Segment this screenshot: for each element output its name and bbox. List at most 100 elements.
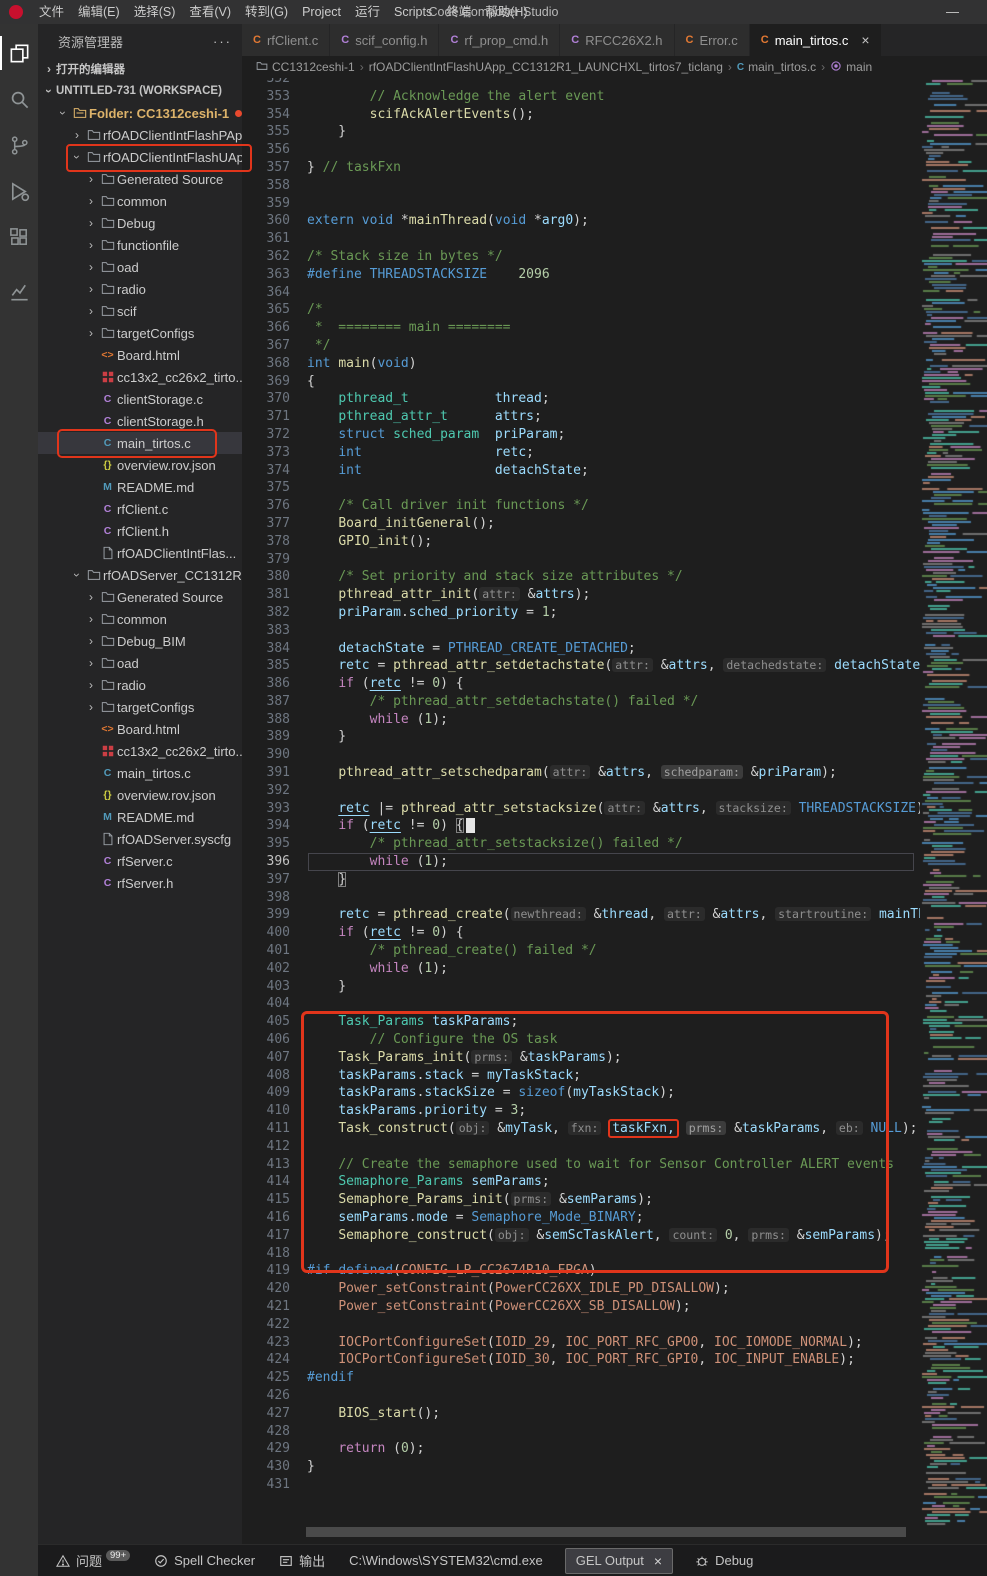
code-line-368[interactable]: 368 int main(void) xyxy=(242,355,920,373)
code-line-431[interactable]: 431 xyxy=(242,1476,920,1494)
code-line-410[interactable]: 410 taskParams.priority = 3; xyxy=(242,1102,920,1120)
breadcrumb-item-0[interactable]: CC1312ceshi-1 xyxy=(256,60,355,74)
code-line-381[interactable]: 381 pthread_attr_init(attr: &attrs); xyxy=(242,586,920,604)
tree-item-[interactable]: › 打开的编辑器 xyxy=(38,58,242,80)
code-line-377[interactable]: 377 Board_initGeneral(); xyxy=(242,515,920,533)
tree-item-radio[interactable]: › radio xyxy=(38,278,242,300)
tree-item-overview.rov.json[interactable]: {} overview.rov.json xyxy=(38,454,242,476)
tree-item-cc13x2_cc26x2_tirto...[interactable]: cc13x2_cc26x2_tirto... xyxy=(38,740,242,762)
tree-item-main_tirtos.c[interactable]: Cmain_tirtos.c xyxy=(38,432,242,454)
tab-error.c[interactable]: C Error.c xyxy=(674,24,750,56)
code-line-369[interactable]: 369 { xyxy=(242,373,920,391)
code-line-407[interactable]: 407 Task_Params_init(prms: &taskParams); xyxy=(242,1049,920,1067)
code-line-362[interactable]: 362 /* Stack size in bytes */ xyxy=(242,248,920,266)
code-line-379[interactable]: 379 xyxy=(242,551,920,569)
code-line-372[interactable]: 372 struct sched_param priParam; xyxy=(242,426,920,444)
code-line-384[interactable]: 384 detachState = PTHREAD_CREATE_DETACHE… xyxy=(242,640,920,658)
code-line-418[interactable]: 418 xyxy=(242,1245,920,1263)
tree-item-rfserver.h[interactable]: CrfServer.h xyxy=(38,872,242,894)
status-gel-output[interactable]: GEL Output × xyxy=(564,1547,674,1574)
status-spell-checker[interactable]: Spell Checker xyxy=(142,1545,267,1576)
code-line-363[interactable]: 363 #define THREADSTACKSIZE 2096 xyxy=(242,266,920,284)
code-line-400[interactable]: 400 if (retc != 0) { xyxy=(242,924,920,942)
code-line-389[interactable]: 389 } xyxy=(242,728,920,746)
minimap[interactable] xyxy=(920,78,987,1528)
code-line-383[interactable]: 383 xyxy=(242,622,920,640)
tree-item-targetconfigs[interactable]: › targetConfigs xyxy=(38,322,242,344)
code-line-382[interactable]: 382 priParam.sched_priority = 1; xyxy=(242,604,920,622)
tree-item-generatedsource[interactable]: › Generated Source xyxy=(38,168,242,190)
code-line-406[interactable]: 406 // Configure the OS task xyxy=(242,1031,920,1049)
tree-item-main_tirtos.c[interactable]: Cmain_tirtos.c xyxy=(38,762,242,784)
code-line-397[interactable]: 397 } xyxy=(242,871,920,889)
code-line-413[interactable]: 413 // Create the semaphore used to wait… xyxy=(242,1156,920,1174)
tree-item-rfoadclientintflashpapp[interactable]: › rfOADClientIntFlashPApp xyxy=(38,124,242,146)
tree-item-clientstorage.h[interactable]: CclientStorage.h xyxy=(38,410,242,432)
code-line-354[interactable]: 354 scifAckAlertEvents(); xyxy=(242,106,920,124)
tree-item-rfclient.h[interactable]: CrfClient.h xyxy=(38,520,242,542)
code-line-361[interactable]: 361 xyxy=(242,230,920,248)
code-line-401[interactable]: 401 /* pthread_create() failed */ xyxy=(242,942,920,960)
tab-rf_prop_cmd.h[interactable]: Crf_prop_cmd.h xyxy=(439,24,561,56)
code-line-366[interactable]: 366 * ======== main ======== xyxy=(242,319,920,337)
tree-item-scif[interactable]: › scif xyxy=(38,300,242,322)
tree-item-clientstorage.c[interactable]: CclientStorage.c xyxy=(38,388,242,410)
code-line-425[interactable]: 425 #endif xyxy=(242,1369,920,1387)
code-line-386[interactable]: 386 if (retc != 0) { xyxy=(242,675,920,693)
code-line-388[interactable]: 388 while (1); xyxy=(242,711,920,729)
code-line-415[interactable]: 415 Semaphore_Params_init(prms: &semPara… xyxy=(242,1191,920,1209)
tree-item-targetconfigs[interactable]: › targetConfigs xyxy=(38,696,242,718)
code-line-395[interactable]: 395 /* pthread_attr_setstacksize() faile… xyxy=(242,835,920,853)
code-line-417[interactable]: 417 Semaphore_construct(obj: &semScTaskA… xyxy=(242,1227,920,1245)
tree-item-generatedsource[interactable]: › Generated Source xyxy=(38,586,242,608)
menu-item-1[interactable]: 编辑(E) xyxy=(71,0,127,24)
tree-item-rfoadserver.syscfg[interactable]: rfOADServer.syscfg xyxy=(38,828,242,850)
code-editor[interactable]: 352 353 // Acknowledge the alert event 354… xyxy=(242,78,920,1544)
code-line-426[interactable]: 426 xyxy=(242,1387,920,1405)
code-line-405[interactable]: 405 Task_Params taskParams; xyxy=(242,1013,920,1031)
tree-item-untitled-731workspace[interactable]: › UNTITLED-731 (WORKSPACE) xyxy=(38,80,242,102)
code-line-427[interactable]: 427 BIOS_start(); xyxy=(242,1405,920,1423)
status-c--windows-system32-cmd-exe[interactable]: C:\Windows\SYSTEM32\cmd.exe xyxy=(337,1545,555,1576)
code-line-403[interactable]: 403 } xyxy=(242,978,920,996)
code-line-378[interactable]: 378 GPIO_init(); xyxy=(242,533,920,551)
code-line-375[interactable]: 375 xyxy=(242,479,920,497)
code-line-399[interactable]: 399 retc = pthread_create(newthread: &th… xyxy=(242,906,920,924)
code-line-430[interactable]: 430} xyxy=(242,1458,920,1476)
run-debug-icon[interactable] xyxy=(0,168,38,214)
sidebar-more-actions[interactable]: ··· xyxy=(213,34,232,49)
tree-item-rfoadserver_cc1312r1_[interactable]: › rfOADServer_CC1312R1_ xyxy=(38,564,242,586)
tree-item-rfoadclientintflas...[interactable]: rfOADClientIntFlas... xyxy=(38,542,242,564)
search-icon[interactable] xyxy=(0,76,38,122)
breadcrumb-item-1[interactable]: rfOADClientIntFlashUApp_CC1312R1_LAUNCHX… xyxy=(369,60,723,74)
code-line-380[interactable]: 380 /* Set priority and stack size attri… xyxy=(242,568,920,586)
code-line-419[interactable]: 419 #if defined(CONFIG_LP_CC2674R10_FPGA) xyxy=(242,1262,920,1280)
tree-item-debug_bim[interactable]: › Debug_BIM xyxy=(38,630,242,652)
code-line-374[interactable]: 374 int detachState; xyxy=(242,462,920,480)
code-line-376[interactable]: 376 /* Call driver init functions */ xyxy=(242,497,920,515)
code-line-353[interactable]: 353 // Acknowledge the alert event xyxy=(242,88,920,106)
code-line-404[interactable]: 404 xyxy=(242,995,920,1013)
code-line-360[interactable]: 360 extern void *mainThread(void *arg0); xyxy=(242,212,920,230)
code-line-428[interactable]: 428 xyxy=(242,1423,920,1441)
tree-item-readme.md[interactable]: M README.md xyxy=(38,476,242,498)
tree-item-rfserver.c[interactable]: CrfServer.c xyxy=(38,850,242,872)
breadcrumb-item-2[interactable]: Cmain_tirtos.c xyxy=(737,60,816,74)
code-line-423[interactable]: 423 IOCPortConfigureSet(IOID_29, IOC_POR… xyxy=(242,1334,920,1352)
tree-item-radio[interactable]: › radio xyxy=(38,674,242,696)
code-line-359[interactable]: 359 xyxy=(242,195,920,213)
code-line-414[interactable]: 414 Semaphore_Params semParams; xyxy=(242,1173,920,1191)
code-line-365[interactable]: 365 /* xyxy=(242,301,920,319)
code-line-429[interactable]: 429 return (0); xyxy=(242,1440,920,1458)
code-line-412[interactable]: 412 xyxy=(242,1138,920,1156)
tree-item-overview.rov.json[interactable]: {} overview.rov.json xyxy=(38,784,242,806)
status-输出[interactable]: 输出 xyxy=(267,1545,337,1576)
minimize-button[interactable]: — xyxy=(946,0,959,24)
code-line-422[interactable]: 422 xyxy=(242,1316,920,1334)
code-line-390[interactable]: 390 xyxy=(242,746,920,764)
code-line-420[interactable]: 420 Power_setConstraint(PowerCC26XX_IDLE… xyxy=(242,1280,920,1298)
close-icon[interactable]: × xyxy=(654,1553,662,1569)
menu-item-2[interactable]: 选择(S) xyxy=(127,0,183,24)
status-问题[interactable]: 问题 99+ xyxy=(44,1545,142,1576)
code-line-396[interactable]: 396 while (1); xyxy=(242,853,920,871)
